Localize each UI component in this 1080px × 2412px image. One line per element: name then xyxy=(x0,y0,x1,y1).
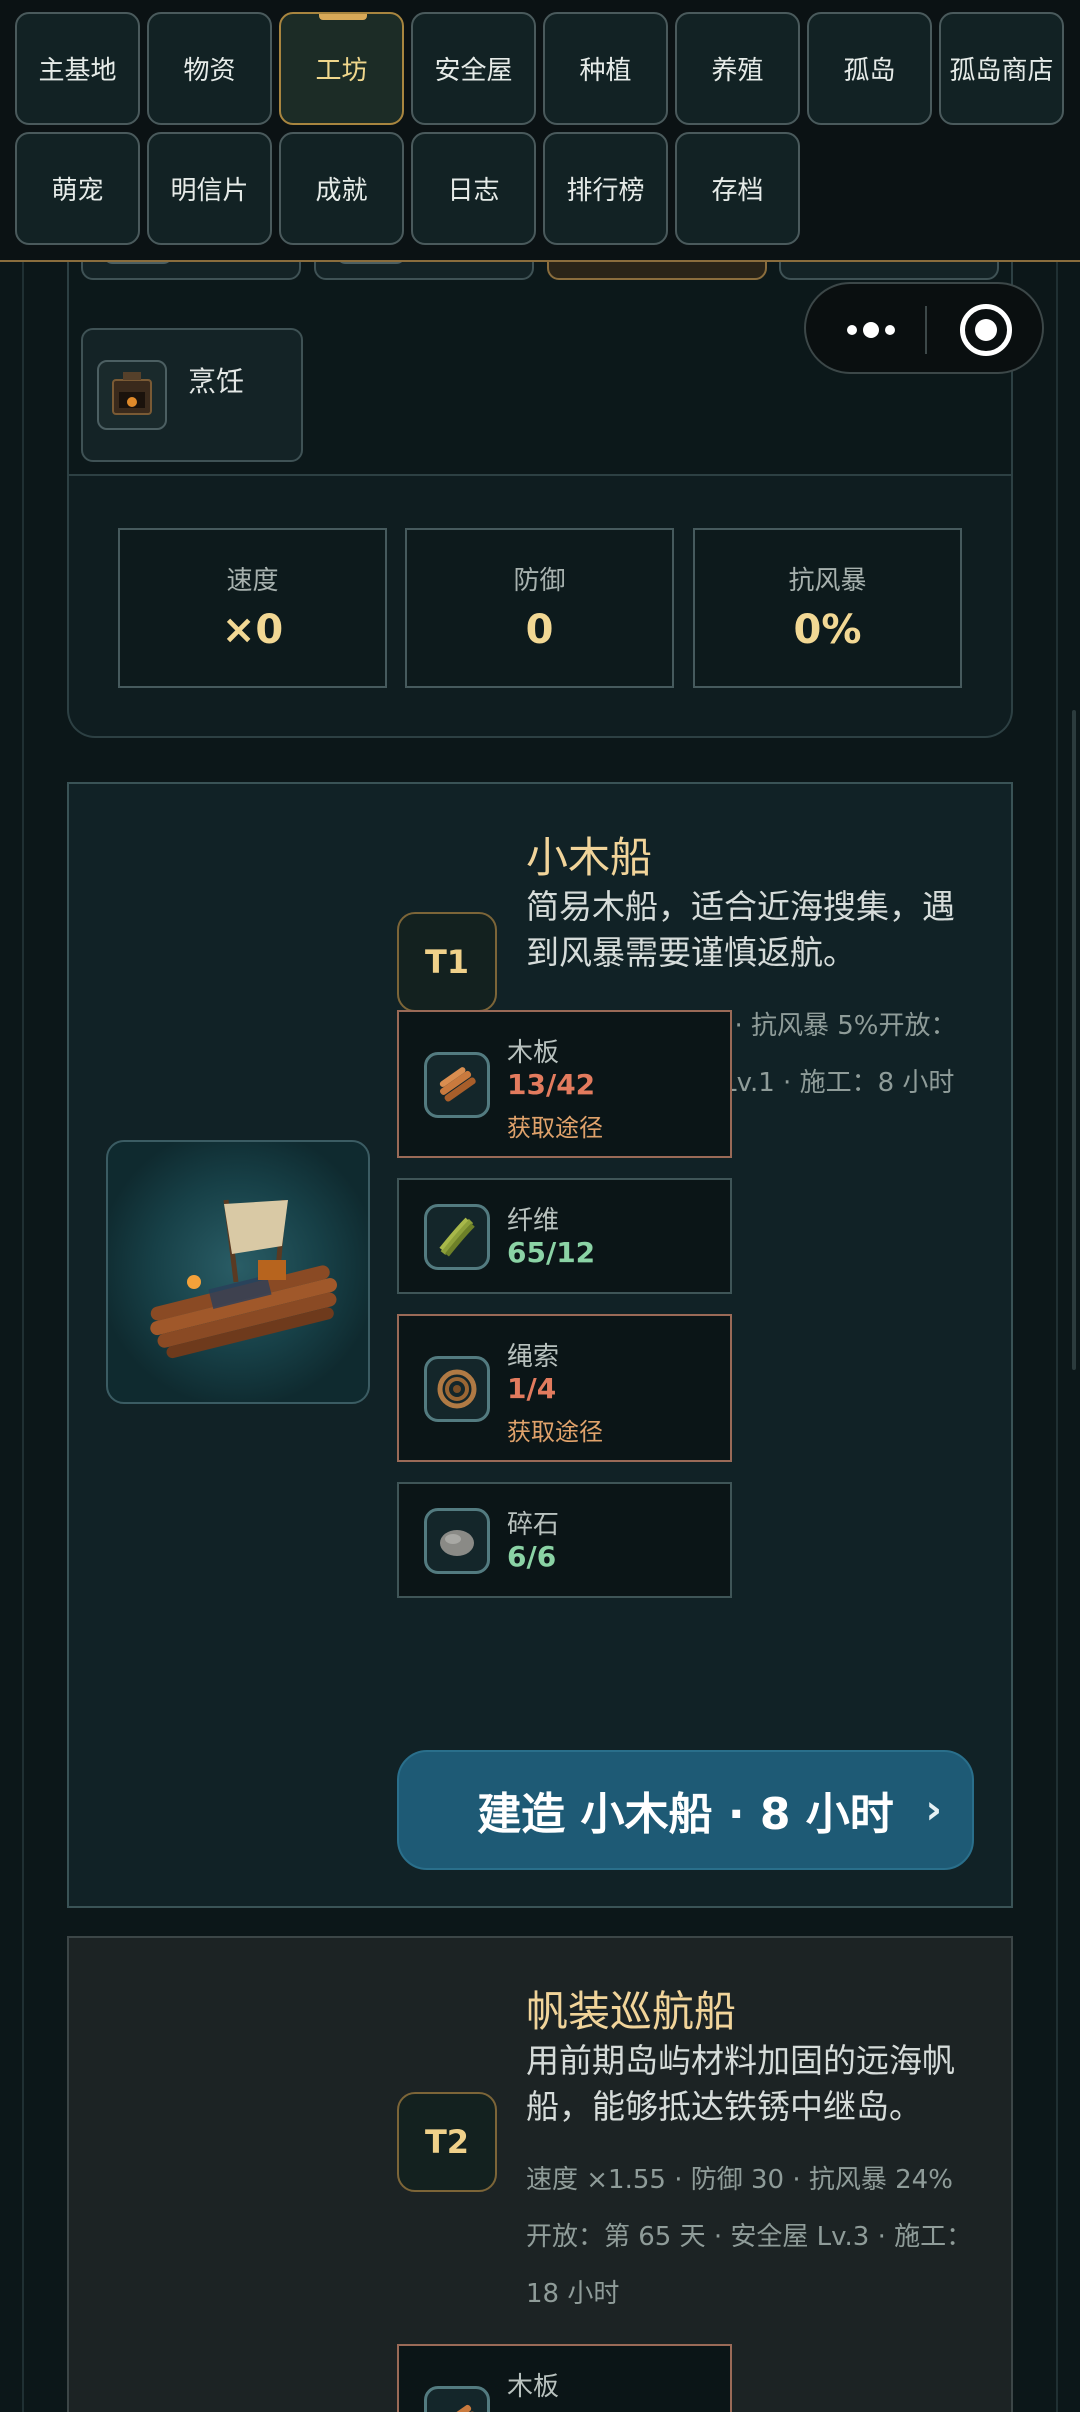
boat-card-t1: T1 小木船 简易木船，适合近海搜集，遇到风暴需要谨慎返航。 速度 ×1 · 防… xyxy=(67,782,1013,1908)
material-name: 木板 xyxy=(507,1038,560,1068)
cooking-stove-icon xyxy=(97,360,167,430)
more-options-icon[interactable] xyxy=(836,306,906,354)
stat-label: 速度 xyxy=(226,566,279,596)
boat-name: 小木船 xyxy=(526,833,653,882)
chevron-right-icon: › xyxy=(925,1787,942,1833)
stat-value: ×0 xyxy=(221,607,284,653)
nav-tab-island[interactable]: 孤岛 xyxy=(807,12,932,125)
material-quantity: 13/42 xyxy=(507,1068,596,1101)
build-button[interactable]: 建造 小木船 · 8 小时 › xyxy=(397,1750,974,1870)
material-planks: 木板 xyxy=(397,2344,732,2412)
cooking-label: 烹饪 xyxy=(188,365,245,398)
material-gravel: 碎石 6/6 xyxy=(397,1482,732,1598)
boat-meta: 速度 ×1.55 · 防御 30 · 抗风暴 24%开放：第 65 天 · 安全… xyxy=(526,2165,973,2309)
stat-value: 0% xyxy=(793,607,862,653)
rope-icon xyxy=(424,1356,490,1422)
nav-tab-planting[interactable]: 种植 xyxy=(543,12,668,125)
material-name: 碎石 xyxy=(507,1510,560,1540)
nav-tab-save[interactable]: 存档 xyxy=(675,132,800,245)
tier-badge: T2 xyxy=(397,2092,497,2192)
acquire-route-link[interactable]: 获取途径 xyxy=(507,1108,603,1143)
mini-program-capsule xyxy=(804,282,1044,374)
nav-tab-achievements[interactable]: 成就 xyxy=(279,132,404,245)
material-quantity: 1/4 xyxy=(507,1372,557,1405)
fiber-icon xyxy=(424,1204,490,1270)
acquire-route-link[interactable]: 获取途径 xyxy=(507,1412,603,1447)
material-quantity: 65/12 xyxy=(507,1236,596,1269)
boat-card-t2: T2 帆装巡航船 用前期岛屿材料加固的远海帆船，能够抵达铁锈中继岛。 速度 ×1… xyxy=(67,1936,1013,2412)
material-name: 绳索 xyxy=(507,1342,560,1372)
nav-tab-breeding[interactable]: 养殖 xyxy=(675,12,800,125)
stat-label: 抗风暴 xyxy=(788,566,867,596)
boat-image xyxy=(106,1140,370,1404)
nav-tab-log[interactable]: 日志 xyxy=(411,132,536,245)
capsule-divider xyxy=(925,306,927,354)
nav-tab-leaderboard[interactable]: 排行榜 xyxy=(543,132,668,245)
facility-chip-cooking[interactable]: 烹饪 xyxy=(81,328,303,462)
build-button-label: 建造 小木船 · 8 小时 xyxy=(477,1789,894,1840)
material-fiber: 纤维 65/12 xyxy=(397,1178,732,1294)
boat-description: 简易木船，适合近海搜集，遇到风暴需要谨慎返航。 xyxy=(526,887,955,972)
scrollbar[interactable] xyxy=(1072,710,1076,1370)
nav-tab-pets[interactable]: 萌宠 xyxy=(15,132,140,245)
planks-icon xyxy=(424,1052,490,1118)
nav-tab-safehouse[interactable]: 安全屋 xyxy=(411,12,536,125)
boat-description: 用前期岛屿材料加固的远海帆船，能够抵达铁锈中继岛。 xyxy=(526,2041,955,2126)
material-quantity: 6/6 xyxy=(507,1540,557,1573)
planks-icon xyxy=(424,2386,490,2412)
stat-speed: 速度 ×0 xyxy=(118,528,387,688)
nav-tab-postcards[interactable]: 明信片 xyxy=(147,132,272,245)
stat-value: 0 xyxy=(525,607,554,653)
nav-tab-supplies[interactable]: 物资 xyxy=(147,12,272,125)
stat-defense: 防御 0 xyxy=(405,528,674,688)
nav-tab-island-shop[interactable]: 孤岛商店 xyxy=(939,12,1064,125)
gravel-icon xyxy=(424,1508,490,1574)
stat-label: 防御 xyxy=(513,566,566,596)
top-navigation: 主基地 物资 工坊 安全屋 种植 养殖 孤岛 孤岛商店 萌宠 明信片 成就 日志… xyxy=(0,0,1080,262)
material-name: 纤维 xyxy=(507,1206,560,1236)
nav-tab-workshop[interactable]: 工坊 xyxy=(279,12,404,125)
material-planks: 木板 13/42 获取途径 xyxy=(397,1010,732,1158)
material-name: 木板 xyxy=(507,2372,560,2402)
tier-badge: T1 xyxy=(397,912,497,1012)
boat-name: 帆装巡航船 xyxy=(526,1987,737,2036)
stat-storm-resist: 抗风暴 0% xyxy=(693,528,962,688)
frame-border-right xyxy=(1056,262,1058,2412)
nav-tab-main-base[interactable]: 主基地 xyxy=(15,12,140,125)
frame-border-left xyxy=(22,262,24,2412)
material-rope: 绳索 1/4 获取途径 xyxy=(397,1314,732,1462)
close-target-icon[interactable] xyxy=(960,304,1012,356)
